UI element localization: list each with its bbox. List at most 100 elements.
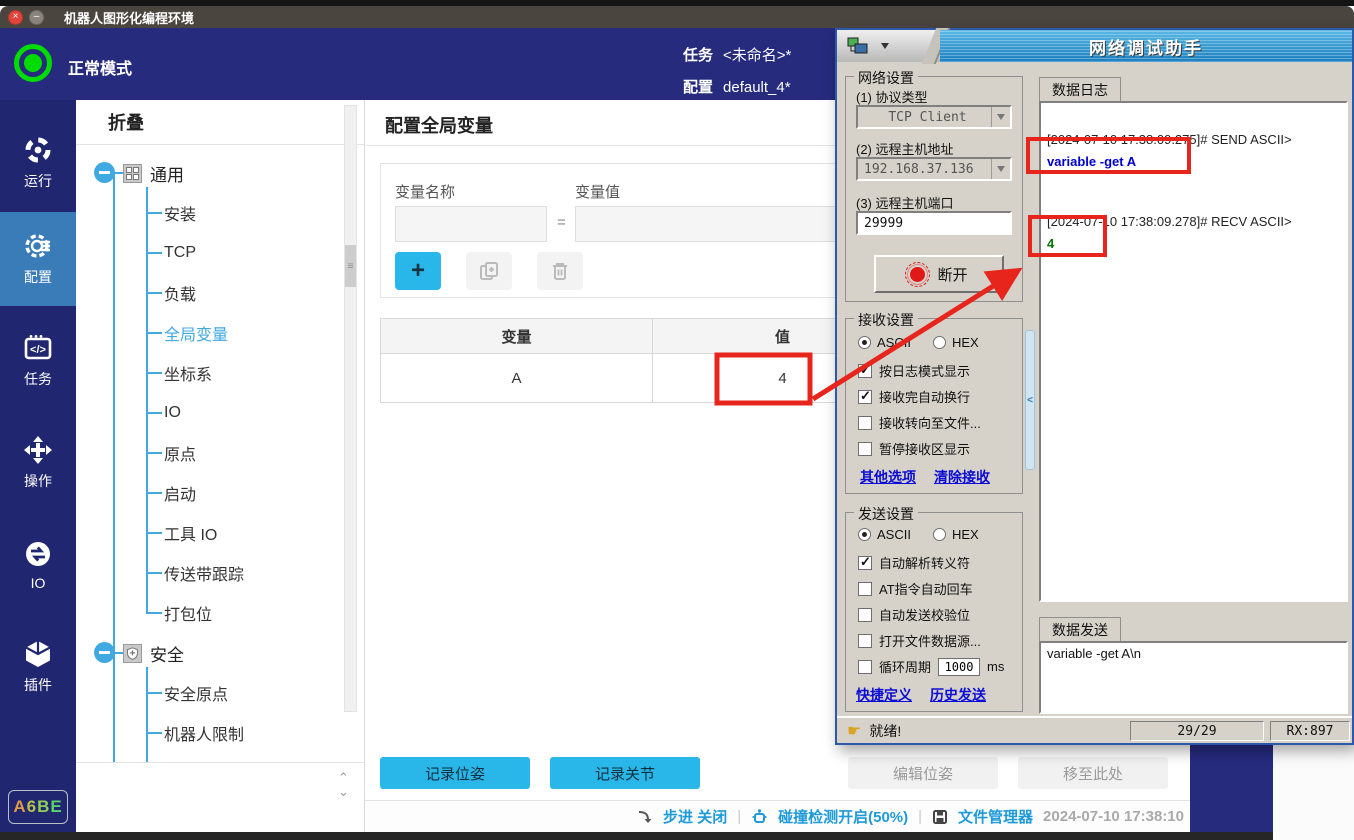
file-manager-icon: [932, 809, 948, 825]
protocol-select[interactable]: TCP Client: [856, 105, 1012, 129]
chevron-down-icon[interactable]: [991, 107, 1010, 127]
log-recv-value: 4: [1047, 233, 1340, 255]
add-variable-button[interactable]: +: [395, 252, 441, 290]
clear-receive-link[interactable]: 清除接收: [934, 467, 990, 487]
variable-value-label: 变量值: [575, 181, 620, 202]
config-row: 配置 default_4*: [683, 76, 791, 97]
step-status[interactable]: 步进 关闭: [663, 806, 727, 827]
window-title: 机器人图形化编程环境: [64, 8, 194, 27]
tree-item-payload[interactable]: 负载: [76, 273, 336, 313]
port-input[interactable]: 29999: [856, 211, 1012, 235]
debug-title-band: 网络调试助手: [940, 30, 1352, 62]
tree-item-safety-home[interactable]: 安全原点: [76, 673, 336, 713]
cycle-period-input[interactable]: [938, 658, 980, 676]
tree-scrollbar-thumb[interactable]: ≡: [345, 245, 356, 287]
mode-indicator-icon: [14, 44, 52, 82]
port-label: (3) 远程主机端口: [856, 193, 954, 212]
record-pose-button[interactable]: 记录位姿: [380, 757, 530, 789]
log-send-header: [2024-07-10 17:38:09.275]# SEND ASCII>: [1047, 129, 1340, 151]
sidebar-item-run[interactable]: 运行: [0, 116, 76, 210]
move-arrows-icon: [23, 435, 53, 465]
tree-item-home[interactable]: 原点: [76, 433, 336, 473]
panel-collapse-handle[interactable]: <: [1025, 330, 1035, 470]
disconnect-button[interactable]: 断开: [874, 255, 1004, 293]
tree-item-joint-limit[interactable]: 关节限制: [76, 753, 336, 762]
delete-variable-button[interactable]: [537, 252, 583, 290]
safety-shield-icon: [123, 644, 142, 663]
auto-newline-checkbox[interactable]: [858, 390, 872, 404]
chevron-down-icon[interactable]: [991, 159, 1010, 179]
tree-item-global-variables[interactable]: 全局变量: [76, 313, 336, 353]
sidebar-item-plugin[interactable]: 插件: [0, 620, 76, 714]
tab-data-log[interactable]: 数据日志: [1039, 77, 1121, 101]
pause-display-checkbox[interactable]: [858, 442, 872, 456]
send-input-area[interactable]: variable -get A\n: [1039, 641, 1348, 714]
task-label: 任务: [683, 47, 713, 64]
task-value: <未命名>*: [723, 47, 791, 64]
send-hex-radio[interactable]: [933, 528, 946, 541]
tree-item-startup[interactable]: 启动: [76, 473, 336, 513]
equals-sign: =: [557, 214, 566, 231]
host-select[interactable]: 192.168.37.136: [856, 157, 1012, 181]
variable-name-input[interactable]: [395, 206, 547, 242]
tree-node-safety[interactable]: 安全: [76, 633, 336, 673]
duplicate-variable-button[interactable]: [466, 252, 512, 290]
data-log-area[interactable]: [2024-07-10 17:38:09.275]# SEND ASCII> v…: [1039, 101, 1348, 602]
task-row: 任务 <未命名>*: [683, 44, 791, 65]
collision-status[interactable]: 碰撞检测开启(50%): [778, 806, 908, 827]
recv-ascii-radio[interactable]: [858, 336, 871, 349]
dropdown-arrow-icon[interactable]: [881, 43, 889, 49]
tree-item-install[interactable]: 安装: [76, 193, 336, 233]
collision-robot-icon: [751, 808, 768, 825]
tree-item-robot-limit[interactable]: 机器人限制: [76, 713, 336, 753]
collapse-minus-icon[interactable]: [94, 162, 115, 183]
tab-data-send[interactable]: 数据发送: [1039, 617, 1121, 641]
tree-scrollbar[interactable]: [344, 105, 357, 712]
send-ascii-radio[interactable]: [858, 528, 871, 541]
tree-node-general[interactable]: 通用: [76, 153, 336, 193]
sidebar-item-config[interactable]: 配置: [0, 212, 76, 306]
scroll-down-icon[interactable]: ⌄: [338, 785, 349, 798]
record-joint-button[interactable]: 记录关节: [550, 757, 700, 789]
escape-parse-checkbox[interactable]: [858, 556, 872, 570]
pointing-hand-icon: ☛: [847, 721, 861, 741]
move-here-button[interactable]: 移至此处: [1018, 757, 1168, 789]
cycle-checkbox[interactable]: [858, 660, 872, 674]
auto-checksum-checkbox[interactable]: [858, 608, 872, 622]
tree-item-io[interactable]: IO: [76, 393, 336, 433]
send-counter: 29/29: [1130, 721, 1264, 741]
other-options-link[interactable]: 其他选项: [860, 467, 916, 487]
log-recv-header: [2024-07-10 17:38:09.278]# RECV ASCII>: [1047, 211, 1340, 233]
sidebar-item-operate[interactable]: 操作: [0, 416, 76, 510]
collapse-minus-icon[interactable]: [94, 642, 115, 663]
scroll-up-icon[interactable]: ⌃: [338, 771, 349, 784]
quick-define-link[interactable]: 快捷定义: [856, 685, 912, 705]
tree-item-conveyor[interactable]: 传送带跟踪: [76, 553, 336, 593]
tree-collapse-header[interactable]: 折叠: [76, 100, 364, 145]
network-settings-group: 网络设置 (1) 协议类型 TCP Client (2) 远程主机地址 192.…: [845, 76, 1023, 302]
edit-pose-button[interactable]: 编辑位姿: [848, 757, 998, 789]
config-value: default_4*: [723, 79, 791, 96]
tree-item-coordinate[interactable]: 坐标系: [76, 353, 336, 393]
at-return-checkbox[interactable]: [858, 582, 872, 596]
app-statusbar: 步进 关闭 | 碰撞检测开启(50%) | 文件管理器 2024-07-10 1…: [365, 800, 1190, 832]
config-label: 配置: [683, 79, 713, 96]
sidebar-item-task[interactable]: </> 任务: [0, 314, 76, 408]
tree-bottom-bar: ⌃ ⌄: [76, 762, 365, 802]
trash-icon: [549, 260, 571, 282]
close-icon[interactable]: ×: [8, 10, 23, 25]
variable-name-label: 变量名称: [395, 181, 455, 202]
file-manager-status[interactable]: 文件管理器: [958, 806, 1033, 827]
page-title: 配置全局变量: [385, 112, 493, 138]
history-send-link[interactable]: 历史发送: [930, 685, 986, 705]
sidebar-item-io[interactable]: IO: [0, 518, 76, 612]
recv-hex-radio[interactable]: [933, 336, 946, 349]
tree-item-tcp[interactable]: TCP: [76, 233, 336, 273]
tree-item-packing[interactable]: 打包位: [76, 593, 336, 633]
redirect-file-checkbox[interactable]: [858, 416, 872, 430]
file-source-checkbox[interactable]: [858, 634, 872, 648]
log-mode-checkbox[interactable]: [858, 364, 872, 378]
column-header-variable: 变量: [381, 319, 653, 353]
minimize-icon[interactable]: –: [29, 10, 44, 25]
tree-item-tool-io[interactable]: 工具 IO: [76, 513, 336, 553]
